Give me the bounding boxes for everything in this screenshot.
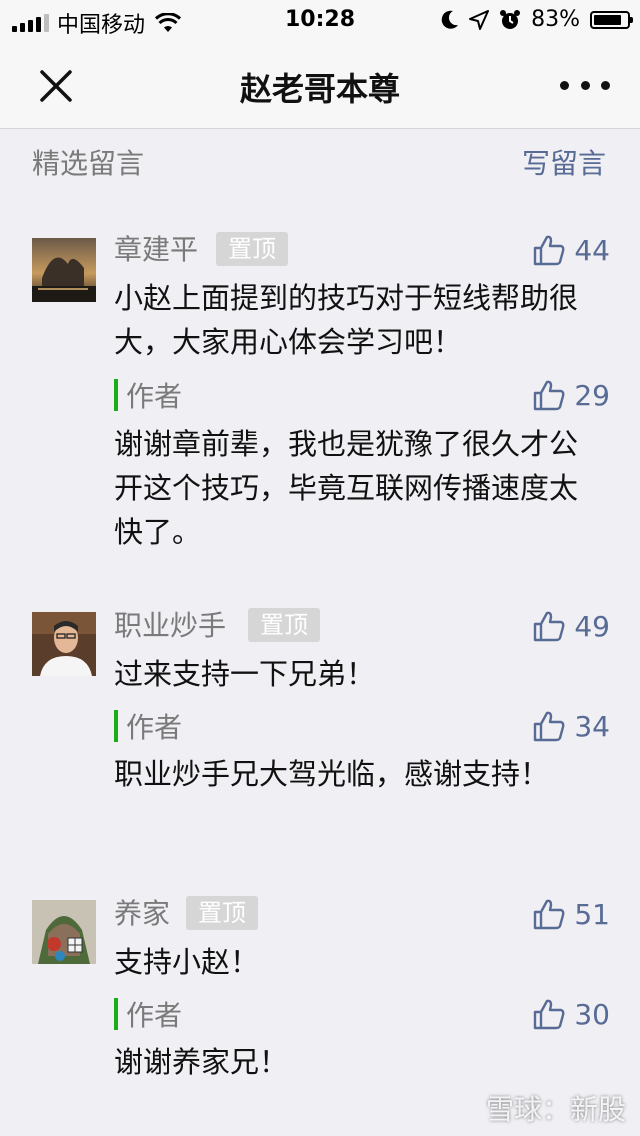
author-reply-text: 谢谢章前辈，我也是犹豫了很久才公开这个技巧，毕竟互联网传播速度太快了。: [114, 427, 579, 549]
commenter-name[interactable]: 职业炒手: [114, 606, 226, 646]
author-reply-text: 职业炒手兄大驾光临，感谢支持！: [114, 757, 550, 791]
comment-text: 支持小赵！: [114, 945, 260, 979]
reply-like-button[interactable]: 34: [532, 706, 610, 746]
alarm-icon: [500, 9, 521, 29]
comment-text: 小赵上面提到的技巧对于短线帮助很大，大家用心体会学习吧！: [114, 281, 579, 359]
author-label: 作者: [126, 711, 183, 744]
thumbs-up-icon: [534, 711, 565, 742]
pinned-badge: 置顶: [216, 232, 288, 266]
author-reply-text: 谢谢养家兄！: [114, 1045, 289, 1079]
avatar: [32, 238, 96, 302]
navigation-bar: 赵老哥本尊: [0, 40, 640, 129]
comment-item: 养家 置顶 51 支持小赵！ 作者 30 谢谢养家兄！: [0, 894, 640, 1094]
author-bar: [114, 379, 118, 411]
featured-comments-label: 精选留言: [32, 147, 145, 180]
comment-header: 章建平 置顶 44: [114, 230, 610, 270]
like-button[interactable]: 51: [532, 894, 610, 934]
comments-section-header: 精选留言 写留言: [0, 130, 640, 188]
like-count: 49: [574, 609, 610, 643]
reply-like-count: 34: [574, 709, 610, 743]
author-label: 作者: [126, 380, 183, 413]
comment-header: 养家 置顶 51: [114, 894, 610, 934]
author-reply-tag: 作者: [114, 375, 182, 415]
author-bar: [114, 998, 118, 1030]
watermark: 雪球：新股: [485, 1093, 626, 1126]
page-title: 赵老哥本尊: [239, 70, 400, 108]
avatar: [32, 900, 96, 964]
author-reply-tag: 作者: [114, 994, 182, 1034]
comment-item: 职业炒手 置顶 49 过来支持一下兄弟！ 作者 34 职业炒手兄大驾光临，感谢支…: [0, 606, 640, 846]
write-comment-link[interactable]: 写留言: [522, 142, 606, 182]
pinned-badge: 置顶: [186, 896, 258, 930]
more-options-icon[interactable]: [560, 70, 610, 100]
comment-header: 职业炒手 置顶 49: [114, 606, 610, 646]
thumbs-up-icon: [534, 235, 565, 266]
thumbs-up-icon: [534, 999, 565, 1030]
reply-like-button[interactable]: 29: [532, 375, 610, 415]
like-count: 51: [574, 897, 610, 931]
reply-like-count: 29: [574, 378, 610, 412]
author-bar: [114, 710, 118, 742]
status-bar: 中国移动 10:28 83%: [0, 0, 640, 40]
commenter-name[interactable]: 养家: [114, 894, 170, 934]
battery-icon: [590, 10, 633, 29]
author-label: 作者: [126, 999, 183, 1032]
reply-like-button[interactable]: 30: [532, 994, 610, 1034]
thumbs-up-icon: [534, 899, 565, 930]
like-count: 44: [574, 233, 610, 267]
thumbs-up-icon: [534, 611, 565, 642]
avatar: [32, 612, 96, 676]
moon-icon: [441, 10, 459, 29]
comment-item: 章建平 置顶 44 小赵上面提到的技巧对于短线帮助很大，大家用心体会学习吧！ 作…: [0, 230, 640, 560]
reply-like-count: 30: [574, 997, 610, 1031]
battery-percent: 83%: [531, 7, 580, 32]
location-arrow-icon: [469, 9, 490, 30]
like-button[interactable]: 44: [532, 230, 610, 270]
battery-fill: [594, 14, 621, 25]
status-right: 83%: [441, 7, 633, 32]
comment-text: 过来支持一下兄弟！: [114, 657, 376, 691]
commenter-name[interactable]: 章建平: [114, 230, 198, 270]
author-reply-tag: 作者: [114, 706, 182, 746]
pinned-badge: 置顶: [248, 608, 320, 642]
like-button[interactable]: 49: [532, 606, 610, 646]
thumbs-up-icon: [534, 380, 565, 411]
